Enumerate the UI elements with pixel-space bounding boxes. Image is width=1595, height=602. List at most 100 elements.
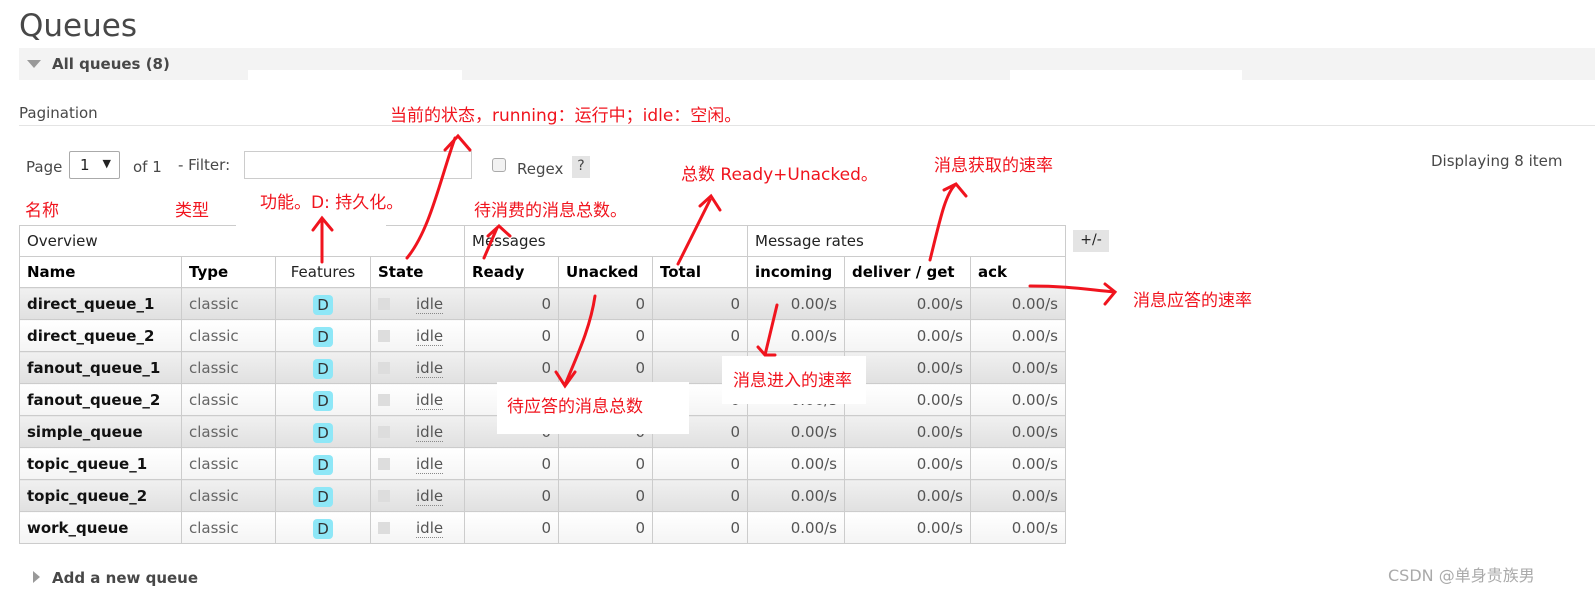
state-label: idle [416,486,444,506]
col-features: Features [275,256,371,288]
queue-name-link[interactable]: work_queue [19,511,182,544]
state-indicator-icon [378,330,390,342]
page-title: Queues [19,8,137,44]
watermark: CSDN @单身贵族男 [1388,566,1535,585]
ready-count: 0 [464,351,559,384]
annotation-incoming: 消息进入的速率 [733,371,852,391]
queue-name-link[interactable]: direct_queue_1 [19,287,182,320]
durable-badge: D [313,487,333,507]
state-cell: idle [370,383,465,416]
queue-name-link[interactable]: direct_queue_2 [19,319,182,352]
queue-name-link[interactable]: fanout_queue_2 [19,383,182,416]
col-deliver-get[interactable]: deliver / get [844,256,971,288]
page-select[interactable]: 1 ▼ [69,151,120,179]
group-overview: Overview [19,225,465,257]
annotation-name: 名称 [25,201,59,221]
ack-rate: 0.00/s [970,415,1066,448]
filter-label: - Filter: [178,156,231,174]
total-count: 0 [652,319,748,352]
durable-badge: D [313,423,333,443]
displaying-count: Displaying 8 item [1431,152,1563,170]
columns-toggle-button[interactable]: +/- [1073,230,1109,252]
ack-rate: 0.00/s [970,511,1066,544]
deliver-rate: 0.00/s [844,319,971,352]
deliver-rate: 0.00/s [844,479,971,512]
col-name[interactable]: Name [19,256,182,288]
state-cell: idle [370,319,465,352]
queue-type: classic [181,415,276,448]
col-incoming[interactable]: incoming [747,256,845,288]
features-cell: D [275,351,371,384]
col-type[interactable]: Type [181,256,276,288]
state-label: idle [416,326,444,346]
unacked-count: 0 [558,511,653,544]
annotation-total: 总数 Ready+Unacked。 [681,165,878,185]
page-label: Page [26,158,63,176]
state-label: idle [416,422,444,442]
state-label: idle [416,454,444,474]
ready-count: 0 [464,319,559,352]
help-button[interactable]: ? [572,156,590,178]
total-count: 0 [652,447,748,480]
add-queue-toggle[interactable]: Add a new queue [52,569,198,587]
durable-badge: D [313,295,333,315]
state-indicator-icon [378,362,390,374]
annotation-unacked: 待应答的消息总数 [507,397,643,417]
annotation-features: 功能。D: 持久化。 [260,193,404,213]
incoming-rate: 0.00/s [747,511,845,544]
deliver-rate: 0.00/s [844,447,971,480]
queue-name-link[interactable]: simple_queue [19,415,182,448]
state-cell: idle [370,415,465,448]
table-row: fanout_queue_1classicDidle0000.00/s0.00/… [19,351,1066,384]
annotation-type: 类型 [175,201,209,221]
state-indicator-icon [378,426,390,438]
state-cell: idle [370,351,465,384]
state-indicator-icon [378,394,390,406]
queue-type: classic [181,319,276,352]
queue-name-link[interactable]: topic_queue_2 [19,479,182,512]
ready-count: 0 [464,511,559,544]
ack-rate: 0.00/s [970,383,1066,416]
col-state[interactable]: State [370,256,465,288]
durable-badge: D [313,391,333,411]
queue-type: classic [181,479,276,512]
queue-type: classic [181,287,276,320]
incoming-rate: 0.00/s [747,287,845,320]
queue-name-link[interactable]: topic_queue_1 [19,447,182,480]
unacked-count: 0 [558,479,653,512]
section-label: All queues (8) [52,55,170,73]
state-indicator-icon [378,458,390,470]
col-unacked[interactable]: Unacked [558,256,653,288]
features-cell: D [275,415,371,448]
queue-type: classic [181,447,276,480]
durable-badge: D [313,455,333,475]
state-cell: idle [370,511,465,544]
col-ack[interactable]: ack [970,256,1066,288]
total-count: 0 [652,479,748,512]
filter-input[interactable] [244,151,472,179]
queue-type: classic [181,511,276,544]
ack-rate: 0.00/s [970,319,1066,352]
table-row: topic_queue_1 classic Didle 0 0 0 0.00/s 0.00/s… [19,447,1066,480]
queue-name-link[interactable]: fanout_queue_1 [19,351,182,384]
col-total[interactable]: Total [652,256,748,288]
triangle-right-icon [33,571,40,583]
state-cell: idle [370,287,465,320]
ack-rate: 0.00/s [970,447,1066,480]
unacked-count: 0 [558,351,653,384]
annotation-patch [1010,70,1242,125]
table-row: work_queue classic Didle 0 0 0 0.00/s 0.00/s 0.0… [19,511,1066,544]
durable-badge: D [313,359,333,379]
ready-count: 0 [464,447,559,480]
regex-checkbox[interactable] [492,158,506,172]
ready-count: 0 [464,287,559,320]
page-value: 1 [80,156,90,174]
features-cell: D [275,479,371,512]
annotation-deliver: 消息获取的速率 [934,156,1053,176]
deliver-rate: 0.00/s [844,415,971,448]
table-row: topic_queue_2 classic Didle 0 0 0 0.00/s 0.00/s… [19,479,1066,512]
features-cell: D [275,447,371,480]
annotation-ack: 消息应答的速率 [1133,291,1252,311]
col-ready[interactable]: Ready [464,256,559,288]
deliver-rate: 0.00/s [844,511,971,544]
